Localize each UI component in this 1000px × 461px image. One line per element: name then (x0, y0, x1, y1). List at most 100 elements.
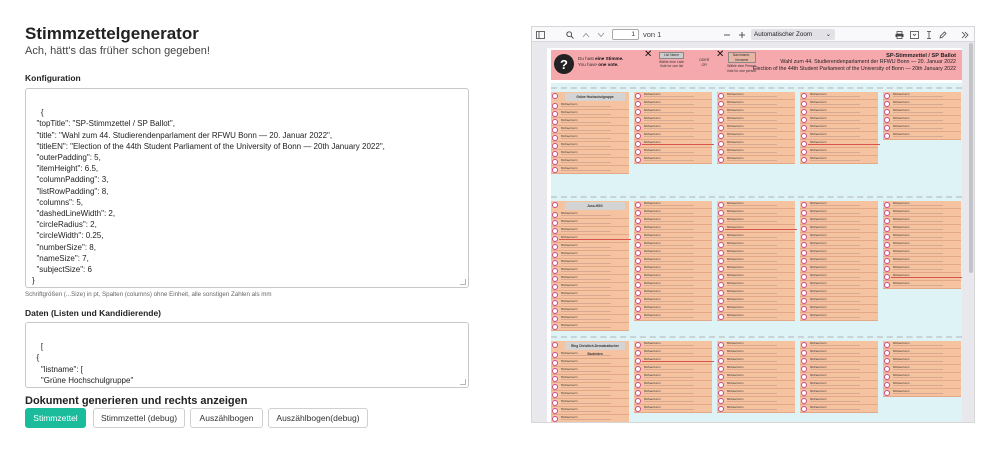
candidate-item[interactable]: Michael Horn (634, 108, 712, 116)
candidate-item[interactable]: Michael Horn (634, 201, 712, 209)
candidate-item[interactable]: Michael Horn (634, 156, 712, 164)
vote-circle-icon[interactable] (884, 93, 890, 99)
candidate-item[interactable]: Michael Horn (634, 225, 712, 233)
vote-circle-icon[interactable] (801, 382, 807, 388)
candidate-item[interactable]: Michael Horn (717, 116, 795, 124)
data-textarea[interactable]: [ { "listname": [ "Grüne Hochschulgruppe… (25, 322, 469, 388)
vote-circle-icon[interactable] (635, 274, 641, 280)
vote-circle-icon[interactable] (635, 218, 641, 224)
candidate-item[interactable]: Michael Horn (717, 140, 795, 148)
candidate-item[interactable]: Michael Horn (717, 249, 795, 257)
vote-circle-icon[interactable] (801, 218, 807, 224)
vote-circle-icon[interactable] (552, 167, 558, 173)
candidate-item[interactable]: Michael Horn (800, 389, 878, 397)
candidate-item[interactable]: Michael Horn (717, 209, 795, 217)
candidate-item[interactable]: Michael Horn (883, 281, 961, 289)
vote-circle-icon[interactable] (552, 127, 558, 133)
candidate-item[interactable]: Michael Horn (800, 313, 878, 321)
vote-circle-icon[interactable] (718, 210, 724, 216)
vote-circle-icon[interactable] (718, 266, 724, 272)
vote-circle-icon[interactable] (801, 149, 807, 155)
vote-circle-icon[interactable] (552, 360, 558, 366)
vote-circle-icon[interactable] (635, 250, 641, 256)
vote-circle-icon[interactable] (635, 366, 641, 372)
vote-circle-icon[interactable] (552, 103, 558, 109)
vote-circle-icon[interactable] (718, 250, 724, 256)
vote-circle-icon[interactable] (635, 226, 641, 232)
vote-circle-icon[interactable] (552, 260, 558, 266)
vote-circle-icon[interactable] (801, 406, 807, 412)
candidate-item[interactable]: Michael Horn (634, 92, 712, 100)
candidate-item[interactable]: Michael Horn (883, 257, 961, 265)
vote-circle-icon[interactable] (718, 298, 724, 304)
vote-circle-icon[interactable] (552, 252, 558, 258)
vote-circle-icon[interactable] (635, 390, 641, 396)
candidate-item[interactable]: Michael Horn (883, 241, 961, 249)
vote-circle-icon[interactable] (635, 282, 641, 288)
chevron-up-icon[interactable] (581, 29, 591, 40)
candidate-item[interactable]: Michael Horn (883, 341, 961, 349)
candidate-item[interactable]: Michael Horn (634, 116, 712, 124)
candidate-item[interactable]: Michael Horn (551, 275, 629, 283)
vote-circle-icon[interactable] (552, 228, 558, 234)
candidate-item[interactable]: Michael Horn (717, 365, 795, 373)
candidate-item[interactable]: Michael Horn (551, 259, 629, 267)
vote-circle-icon[interactable] (635, 157, 641, 163)
vote-circle-icon[interactable] (635, 342, 641, 348)
candidate-item[interactable]: Michael Horn (634, 124, 712, 132)
vote-circle-icon[interactable] (552, 292, 558, 298)
candidate-item[interactable]: Michael Horn (634, 281, 712, 289)
candidate-item[interactable]: Michael Horn (717, 132, 795, 140)
candidate-item[interactable]: Michael Horn (883, 389, 961, 397)
vote-circle-icon[interactable] (884, 202, 890, 208)
candidate-item[interactable]: Michael Horn (883, 233, 961, 241)
vote-circle-icon[interactable] (552, 268, 558, 274)
vote-circle-icon[interactable] (552, 376, 558, 382)
vote-circle-icon[interactable] (884, 101, 890, 107)
candidate-item[interactable]: Michael Horn (717, 313, 795, 321)
vote-circle-icon[interactable] (718, 282, 724, 288)
candidate-item[interactable]: Michael Horn (800, 381, 878, 389)
vote-circle-icon[interactable] (884, 266, 890, 272)
candidate-item[interactable]: Michael Horn (551, 291, 629, 299)
candidate-item[interactable]: Michael Horn (551, 267, 629, 275)
vote-circle-icon[interactable] (884, 210, 890, 216)
candidate-item[interactable]: Michael Horn (634, 389, 712, 397)
vote-circle-icon[interactable] (718, 382, 724, 388)
candidate-item[interactable]: Michael Horn (551, 110, 629, 118)
candidate-item[interactable]: Michael Horn (551, 399, 629, 407)
vote-circle-icon[interactable] (552, 202, 558, 208)
candidate-item[interactable]: Michael Horn (551, 283, 629, 291)
candidate-item[interactable]: Michael Horn (883, 249, 961, 257)
vote-circle-icon[interactable] (635, 93, 641, 99)
candidate-item[interactable]: Michael Horn (883, 349, 961, 357)
candidate-item[interactable]: Michael Horn (883, 265, 961, 273)
candidate-item[interactable]: Michael Horn (551, 299, 629, 307)
vote-circle-icon[interactable] (552, 119, 558, 125)
candidate-item[interactable]: Michael Horn (717, 297, 795, 305)
candidate-item[interactable]: Michael Horn (551, 102, 629, 110)
candidate-item[interactable]: Michael Horn (551, 315, 629, 323)
candidate-item[interactable]: Michael Horn (551, 118, 629, 126)
vote-circle-icon[interactable] (801, 141, 807, 147)
candidate-item[interactable]: Michael Horn (717, 405, 795, 413)
vote-circle-icon[interactable] (718, 157, 724, 163)
vote-circle-icon[interactable] (718, 109, 724, 115)
vote-circle-icon[interactable] (801, 274, 807, 280)
vote-circle-icon[interactable] (718, 202, 724, 208)
candidate-item[interactable]: Michael Horn (800, 265, 878, 273)
vote-circle-icon[interactable] (635, 210, 641, 216)
vote-circle-icon[interactable] (801, 266, 807, 272)
vote-circle-icon[interactable] (552, 236, 558, 242)
vote-circle-icon[interactable] (718, 258, 724, 264)
vote-circle-icon[interactable] (884, 282, 890, 288)
vote-circle-icon[interactable] (884, 358, 890, 364)
candidate-item[interactable]: Michael Horn (717, 201, 795, 209)
vote-circle-icon[interactable] (884, 366, 890, 372)
candidate-item[interactable]: Michael Horn (634, 241, 712, 249)
candidate-item[interactable]: Michael Horn (800, 341, 878, 349)
vote-circle-icon[interactable] (884, 109, 890, 115)
vote-circle-icon[interactable] (884, 390, 890, 396)
vote-circle-icon[interactable] (801, 93, 807, 99)
candidate-item[interactable]: Michael Horn (717, 281, 795, 289)
